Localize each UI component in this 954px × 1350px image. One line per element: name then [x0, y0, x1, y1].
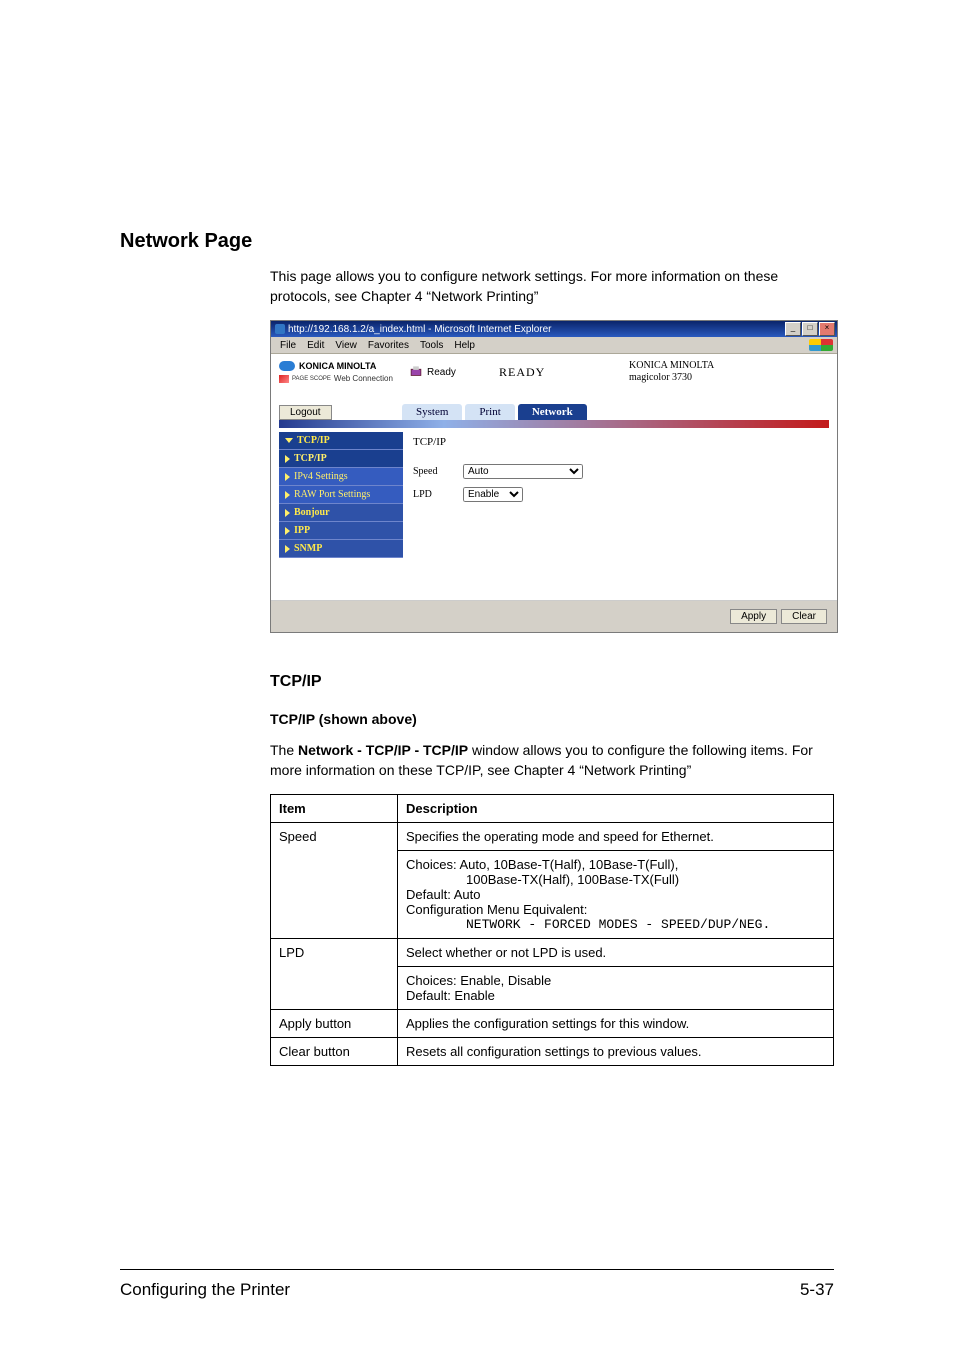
intro-text: This page allows you to configure networ…: [270, 267, 834, 306]
menu-tools[interactable]: Tools: [415, 340, 448, 351]
tab-print[interactable]: Print: [465, 404, 514, 420]
pane-title: TCP/IP: [413, 436, 819, 448]
triangle-icon: [285, 509, 290, 517]
sidebar-item-raw[interactable]: RAW Port Settings: [279, 486, 403, 504]
pagescope-icon: [279, 375, 289, 383]
table-row: LPD Select whether or not LPD is used.: [271, 939, 834, 967]
sidebar-item-ipp[interactable]: IPP: [279, 522, 403, 540]
chevron-down-icon: [285, 438, 293, 443]
menu-view[interactable]: View: [330, 340, 362, 351]
triangle-icon: [285, 527, 290, 535]
device-name: KONICA MINOLTA magicolor 3730: [629, 360, 714, 384]
footer-right: 5-37: [800, 1280, 834, 1300]
footer-left: Configuring the Printer: [120, 1280, 290, 1300]
table-row: Apply button Applies the configuration s…: [271, 1010, 834, 1038]
sidebar-item-bonjour[interactable]: Bonjour: [279, 504, 403, 522]
window-title: http://192.168.1.2/a_index.html - Micros…: [288, 324, 551, 335]
lpd-label: LPD: [413, 489, 463, 500]
tab-gradient-bar: [279, 420, 829, 428]
printer-status-icon: [409, 365, 423, 379]
section-caption-tcpip-shown: TCP/IP (shown above): [270, 711, 834, 727]
sidebar-item-tcpip[interactable]: TCP/IP: [279, 450, 403, 468]
title-bar: http://192.168.1.2/a_index.html - Micros…: [271, 321, 837, 337]
screenshot-container: http://192.168.1.2/a_index.html - Micros…: [270, 320, 834, 633]
col-description: Description: [398, 795, 834, 823]
status-text: Ready: [427, 367, 456, 378]
lpd-select[interactable]: Enable: [463, 487, 523, 502]
speed-label: Speed: [413, 466, 463, 477]
tab-system[interactable]: System: [402, 404, 462, 420]
sidebar-item-ipv4[interactable]: IPv4 Settings: [279, 468, 403, 486]
maximize-button[interactable]: □: [802, 322, 818, 336]
triangle-icon: [285, 455, 290, 463]
menu-edit[interactable]: Edit: [302, 340, 329, 351]
section-description: The Network - TCP/IP - TCP/IP window all…: [270, 741, 834, 780]
menu-favorites[interactable]: Favorites: [363, 340, 414, 351]
apply-button[interactable]: Apply: [730, 609, 777, 624]
menu-help[interactable]: Help: [449, 340, 480, 351]
menu-bar: File Edit View Favorites Tools Help: [271, 337, 837, 354]
km-logo-icon: [279, 361, 295, 371]
ready-text: READY: [499, 365, 629, 380]
content-pane: TCP/IP Speed Auto LPD Enable: [403, 432, 829, 590]
footer-rule: [120, 1269, 834, 1270]
sidebar: TCP/IP TCP/IP IPv4 Settings RAW Port Set…: [279, 432, 403, 590]
table-row: Speed Specifies the operating mode and s…: [271, 823, 834, 851]
ie-icon: [275, 324, 285, 334]
page-heading: Network Page: [120, 230, 834, 253]
triangle-icon: [285, 491, 290, 499]
sidebar-item-snmp[interactable]: SNMP: [279, 540, 403, 558]
tab-network[interactable]: Network: [518, 404, 587, 420]
logout-button[interactable]: Logout: [279, 405, 332, 420]
windows-flag-icon: [809, 339, 833, 351]
table-row: Clear button Resets all configuration se…: [271, 1038, 834, 1066]
sidebar-group-tcpip[interactable]: TCP/IP: [279, 432, 403, 450]
brand-logo: KONICA MINOLTA: [279, 361, 409, 371]
triangle-icon: [285, 545, 290, 553]
close-button[interactable]: ×: [819, 322, 835, 336]
browser-window: http://192.168.1.2/a_index.html - Micros…: [270, 320, 838, 633]
description-table: Item Description Speed Specifies the ope…: [270, 794, 834, 1066]
minimize-button[interactable]: _: [785, 322, 801, 336]
clear-button[interactable]: Clear: [781, 609, 827, 624]
triangle-icon: [285, 473, 290, 481]
section-heading-tcpip: TCP/IP: [270, 673, 834, 691]
col-item: Item: [271, 795, 398, 823]
speed-select[interactable]: Auto: [463, 464, 583, 479]
menu-file[interactable]: File: [275, 340, 301, 351]
web-connection-label: PAGE SCOPE Web Connection: [279, 374, 409, 383]
button-row: Apply Clear: [271, 600, 837, 632]
